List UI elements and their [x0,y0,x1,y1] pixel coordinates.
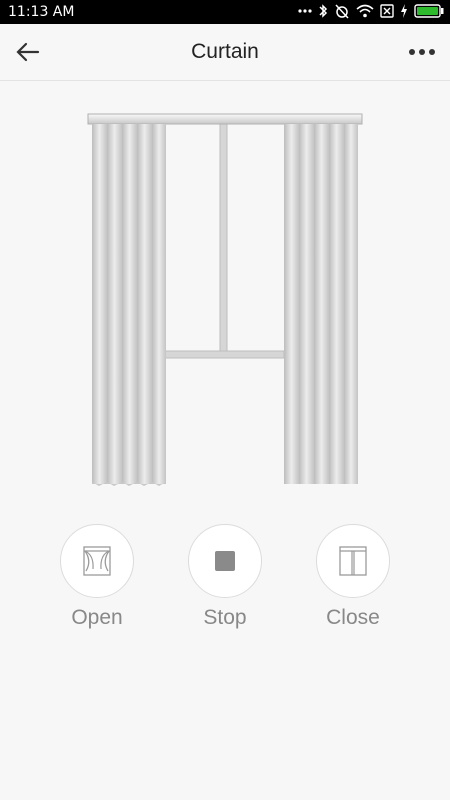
open-button[interactable] [60,524,134,598]
stop-control: Stop [188,524,262,630]
more-options-icon[interactable] [406,40,438,64]
stop-label: Stop [203,606,247,629]
alarm-off-icon [335,4,349,19]
status-icons [298,3,444,19]
left-curtain [92,124,166,486]
page-title: Curtain [191,40,259,63]
close-button[interactable] [316,524,390,598]
charging-icon [401,4,407,18]
app-bar: Curtain [0,24,450,81]
battery-icon [414,4,444,18]
curtain-rod [87,113,363,125]
status-bar: 11:13 AM [0,0,450,24]
status-time: 11:13 AM [8,4,75,20]
wifi-icon [356,4,374,18]
close-control: Close [316,524,390,630]
right-curtain [284,124,358,484]
curtain-illustration [87,113,363,486]
no-sim-icon [380,4,394,18]
open-label: Open [71,606,123,629]
open-control: Open [60,524,134,630]
window-frame-vertical [219,121,228,355]
curtain-open-icon [83,546,111,576]
more-notifications-icon [298,9,312,13]
stop-icon [215,551,235,571]
bluetooth-icon [319,4,328,18]
curtain-closed-icon [339,546,367,576]
window-frame-horizontal [163,350,285,359]
stop-button[interactable] [188,524,262,598]
close-label: Close [326,606,380,629]
